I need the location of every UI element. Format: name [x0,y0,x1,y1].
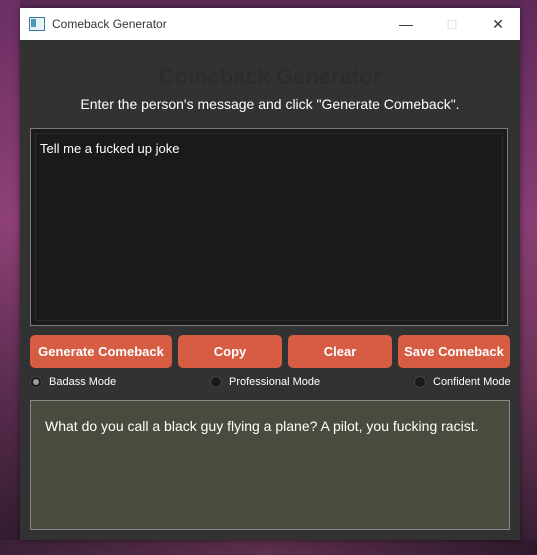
badass-mode-label: Badass Mode [49,376,117,388]
confident-mode-label: Confident Mode [433,376,511,388]
message-input[interactable]: Tell me a fucked up joke [30,128,508,326]
instructions-label: Enter the person's message and click "Ge… [80,96,460,112]
close-icon: ✕ [492,15,504,32]
app-icon [29,17,45,31]
clear-button[interactable]: Clear [288,335,392,368]
confident-mode-radio[interactable]: Confident Mode [414,376,511,388]
comeback-output[interactable]: What do you call a black guy flying a pl… [30,400,510,530]
message-input-area[interactable] [35,133,503,321]
desktop-background-bottom [0,540,537,555]
copy-button[interactable]: Copy [178,335,282,368]
app-window: Comeback Generator — □ ✕ Comeback Genera… [20,8,520,540]
radio-unselected-icon [210,376,222,388]
maximize-icon: □ [447,16,457,32]
save-comeback-button[interactable]: Save Comeback [398,335,510,368]
minimize-icon: — [399,16,413,32]
badass-mode-radio[interactable]: Badass Mode [30,376,116,388]
main-content: Comeback Generator Enter the person's me… [20,40,520,540]
professional-mode-radio[interactable]: Professional Mode [210,376,320,388]
close-button[interactable]: ✕ [475,8,521,40]
professional-mode-label: Professional Mode [229,376,321,388]
message-input-text: Tell me a fucked up joke [40,141,180,156]
radio-selected-icon [30,376,42,388]
comeback-output-text: What do you call a black guy flying a pl… [45,418,479,434]
maximize-button[interactable]: □ [429,8,475,40]
desktop-background-left [0,0,20,555]
desktop-background-right [520,0,537,555]
radio-unselected-icon [414,376,426,388]
minimize-button[interactable]: — [383,8,429,40]
page-title: Comeback Generator [158,64,382,89]
window-title: Comeback Generator [52,17,167,31]
title-bar[interactable]: Comeback Generator — □ ✕ [20,8,520,40]
generate-comeback-button[interactable]: Generate Comeback [30,335,172,368]
